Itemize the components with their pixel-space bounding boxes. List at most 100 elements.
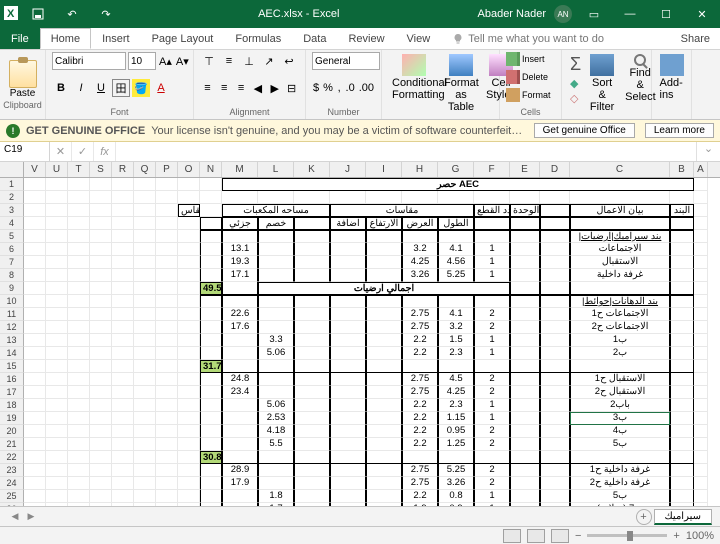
cell[interactable]	[90, 425, 112, 438]
cell[interactable]	[330, 308, 366, 321]
minimize-icon[interactable]: —	[616, 2, 644, 26]
cell[interactable]	[694, 438, 708, 451]
cell[interactable]	[200, 243, 222, 256]
cell[interactable]	[670, 191, 694, 204]
cell[interactable]	[540, 269, 570, 282]
cell[interactable]	[200, 230, 222, 243]
row-header[interactable]: 1	[0, 178, 24, 191]
cell[interactable]	[510, 334, 540, 347]
cell[interactable]	[438, 230, 474, 243]
cell[interactable]: 2.2	[402, 399, 438, 412]
cell[interactable]	[294, 490, 330, 503]
cell[interactable]	[670, 438, 694, 451]
cell[interactable]	[90, 477, 112, 490]
tab-view[interactable]: View	[396, 28, 442, 49]
cell[interactable]	[46, 204, 68, 217]
bold-button[interactable]: B	[52, 79, 70, 97]
cell[interactable]	[694, 425, 708, 438]
cell[interactable]	[178, 217, 200, 230]
cell[interactable]: الاجتماعات ح1	[570, 308, 670, 321]
cell[interactable]: 1	[474, 503, 510, 506]
cell[interactable]: 17.1	[222, 269, 258, 282]
cell[interactable]	[510, 217, 540, 230]
cell[interactable]	[178, 464, 200, 477]
cell[interactable]	[366, 321, 402, 334]
cell[interactable]	[366, 477, 402, 490]
col-header[interactable]: O	[178, 162, 200, 177]
cell[interactable]	[68, 308, 90, 321]
row-header[interactable]: 24	[0, 477, 24, 490]
row-header[interactable]: 9	[0, 282, 24, 295]
cell[interactable]	[294, 438, 330, 451]
cell[interactable]	[670, 373, 694, 386]
cell[interactable]	[90, 347, 112, 360]
zoom-level[interactable]: 100%	[686, 530, 714, 542]
undo-icon[interactable]: ↶	[58, 2, 86, 26]
cell[interactable]	[474, 191, 510, 204]
cell[interactable]	[330, 360, 366, 373]
cell[interactable]	[670, 308, 694, 321]
row-header[interactable]: 17	[0, 386, 24, 399]
row-header[interactable]: 5	[0, 230, 24, 243]
cell[interactable]: 2.75	[402, 477, 438, 490]
tab-home[interactable]: Home	[40, 28, 91, 49]
cell[interactable]	[330, 503, 366, 506]
cell[interactable]: 4.5	[438, 373, 474, 386]
cell[interactable]	[24, 269, 46, 282]
cell[interactable]	[510, 464, 540, 477]
cell[interactable]	[670, 243, 694, 256]
cell[interactable]	[134, 347, 156, 360]
font-name-select[interactable]	[52, 52, 126, 70]
cell[interactable]: ب2	[570, 347, 670, 360]
cell[interactable]	[156, 399, 178, 412]
cell[interactable]	[510, 308, 540, 321]
borders-button[interactable]: 田	[112, 79, 130, 97]
cell[interactable]	[294, 347, 330, 360]
cell[interactable]	[474, 451, 510, 464]
cell[interactable]	[200, 399, 222, 412]
cell[interactable]	[366, 334, 402, 347]
cell[interactable]	[540, 360, 570, 373]
cell[interactable]: 5.25	[438, 269, 474, 282]
cell[interactable]	[366, 243, 402, 256]
cell[interactable]	[540, 334, 570, 347]
addins-button[interactable]: Add-ins	[656, 52, 688, 103]
cell[interactable]	[258, 386, 294, 399]
cell[interactable]: 4.18	[258, 425, 294, 438]
cell[interactable]: 2	[474, 464, 510, 477]
cell[interactable]	[200, 503, 222, 506]
cell[interactable]	[694, 412, 708, 425]
cell[interactable]	[134, 477, 156, 490]
cell[interactable]: 1.7	[258, 503, 294, 506]
cell[interactable]	[222, 490, 258, 503]
cell[interactable]	[178, 412, 200, 425]
cell[interactable]	[68, 334, 90, 347]
comma-icon[interactable]: ,	[336, 79, 343, 97]
cell[interactable]	[540, 412, 570, 425]
cell[interactable]	[134, 217, 156, 230]
cell[interactable]	[134, 282, 156, 295]
spreadsheet-grid[interactable]: VUTSRQPONMLKJIHGFEDCBA1حصر AEC23مقاسمساح…	[0, 162, 720, 506]
col-header[interactable]: N	[200, 162, 222, 177]
cell[interactable]	[112, 282, 134, 295]
cell[interactable]	[670, 425, 694, 438]
cell[interactable]	[474, 217, 510, 230]
col-header[interactable]: Q	[134, 162, 156, 177]
cell[interactable]	[294, 412, 330, 425]
cell[interactable]	[112, 386, 134, 399]
tab-page-layout[interactable]: Page Layout	[141, 28, 225, 49]
cell[interactable]	[258, 373, 294, 386]
cell[interactable]	[366, 347, 402, 360]
cell[interactable]	[670, 347, 694, 360]
cell[interactable]	[134, 490, 156, 503]
cell[interactable]	[200, 204, 222, 217]
cell[interactable]	[670, 230, 694, 243]
cell[interactable]	[46, 217, 68, 230]
cell[interactable]: 0.9	[438, 503, 474, 506]
cell[interactable]	[694, 178, 708, 191]
cell[interactable]: الاستقبال ح1	[570, 373, 670, 386]
cell[interactable]: 2.53	[258, 412, 294, 425]
cell[interactable]: 22.6	[222, 308, 258, 321]
cell[interactable]	[222, 347, 258, 360]
cell[interactable]	[178, 347, 200, 360]
